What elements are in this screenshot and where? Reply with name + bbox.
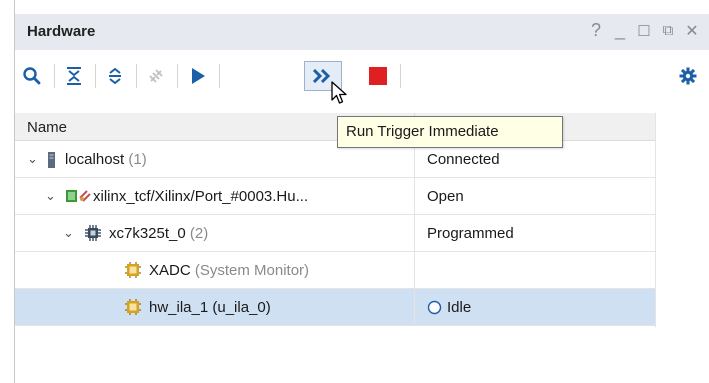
xadc-core-icon [125,262,141,278]
maximize-button[interactable]: ☐ [637,22,651,40]
stop-trigger-icon [369,67,387,85]
idle-status-icon [427,300,442,315]
toolbar-separator [219,64,220,88]
tree-row-device[interactable]: ⌄ xc7k325t_0 (2) Programmed [15,215,655,252]
float-button[interactable]: ⧉ [661,22,675,39]
column-divider [414,215,415,252]
auto-connect-button[interactable] [143,63,169,89]
panel-title-bar: Hardware ? _ ☐ ⧉ ✕ [15,14,709,50]
toolbar-separator [177,64,178,88]
toolbar-separator [136,64,137,88]
run-trigger-button[interactable] [185,63,211,89]
run-trigger-icon [192,68,205,84]
collapse-all-button[interactable] [61,63,87,89]
help-button[interactable]: ? [589,20,603,41]
stop-trigger-button[interactable] [365,63,391,89]
tree-row-ila[interactable]: hw_ila_1 (u_ila_0) Idle [15,289,655,326]
fpga-chip-icon [85,225,101,241]
chevron-down-icon[interactable]: ⌄ [63,225,74,241]
status-text: Open [427,188,464,205]
status-text: Idle [447,299,472,316]
column-divider [414,178,415,215]
tree-row-target[interactable]: ⌄ xilinx_tcf/Xilinx/Port_#0003.Hu... Ope… [15,178,655,215]
tooltip: Run Trigger Immediate [337,116,563,148]
column-divider [414,252,415,289]
close-button[interactable]: ✕ [685,21,699,41]
ila-core-icon [125,299,141,315]
toolbar-separator [54,64,55,88]
tree-row-xadc[interactable]: XADC (System Monitor) [15,252,655,289]
chevron-down-icon[interactable]: ⌄ [27,151,38,167]
chevron-down-icon[interactable]: ⌄ [45,188,56,204]
tree-row-label: hw_ila_1 (u_ila_0) [149,299,271,316]
gear-icon [679,67,697,85]
expand-all-button[interactable] [102,63,128,89]
toolbar-separator [95,64,96,88]
settings-button[interactable] [675,63,701,89]
panel-title: Hardware [27,23,96,40]
jtag-cable-icon [66,190,91,202]
tree-row-label: localhost (1) [65,151,147,168]
tree-row-label: xilinx_tcf/Xilinx/Port_#0003.Hu... [93,188,309,205]
expand-all-icon [109,67,121,85]
toolbar-separator [400,64,401,88]
tree-row-label: xc7k325t_0 (2) [109,225,209,242]
minimize-button[interactable]: _ [613,20,627,41]
column-divider [414,289,415,326]
server-icon [48,152,55,168]
hardware-panel: Hardware ? _ ☐ ⧉ ✕ Name ⌄ localhost (1) … [0,0,709,383]
collapse-all-icon [67,67,81,85]
search-button[interactable] [19,63,45,89]
status-text: Connected [427,151,500,168]
mouse-cursor-icon [331,81,347,104]
column-header-name[interactable]: Name [27,119,67,136]
auto-connect-icon [149,69,163,83]
status-text: Programmed [427,225,514,242]
tree-row-label: XADC (System Monitor) [149,262,310,279]
window-controls: ? _ ☐ ⧉ ✕ [589,20,699,41]
toolbar [15,54,709,98]
search-icon [23,67,41,85]
table-right-border [655,113,656,327]
